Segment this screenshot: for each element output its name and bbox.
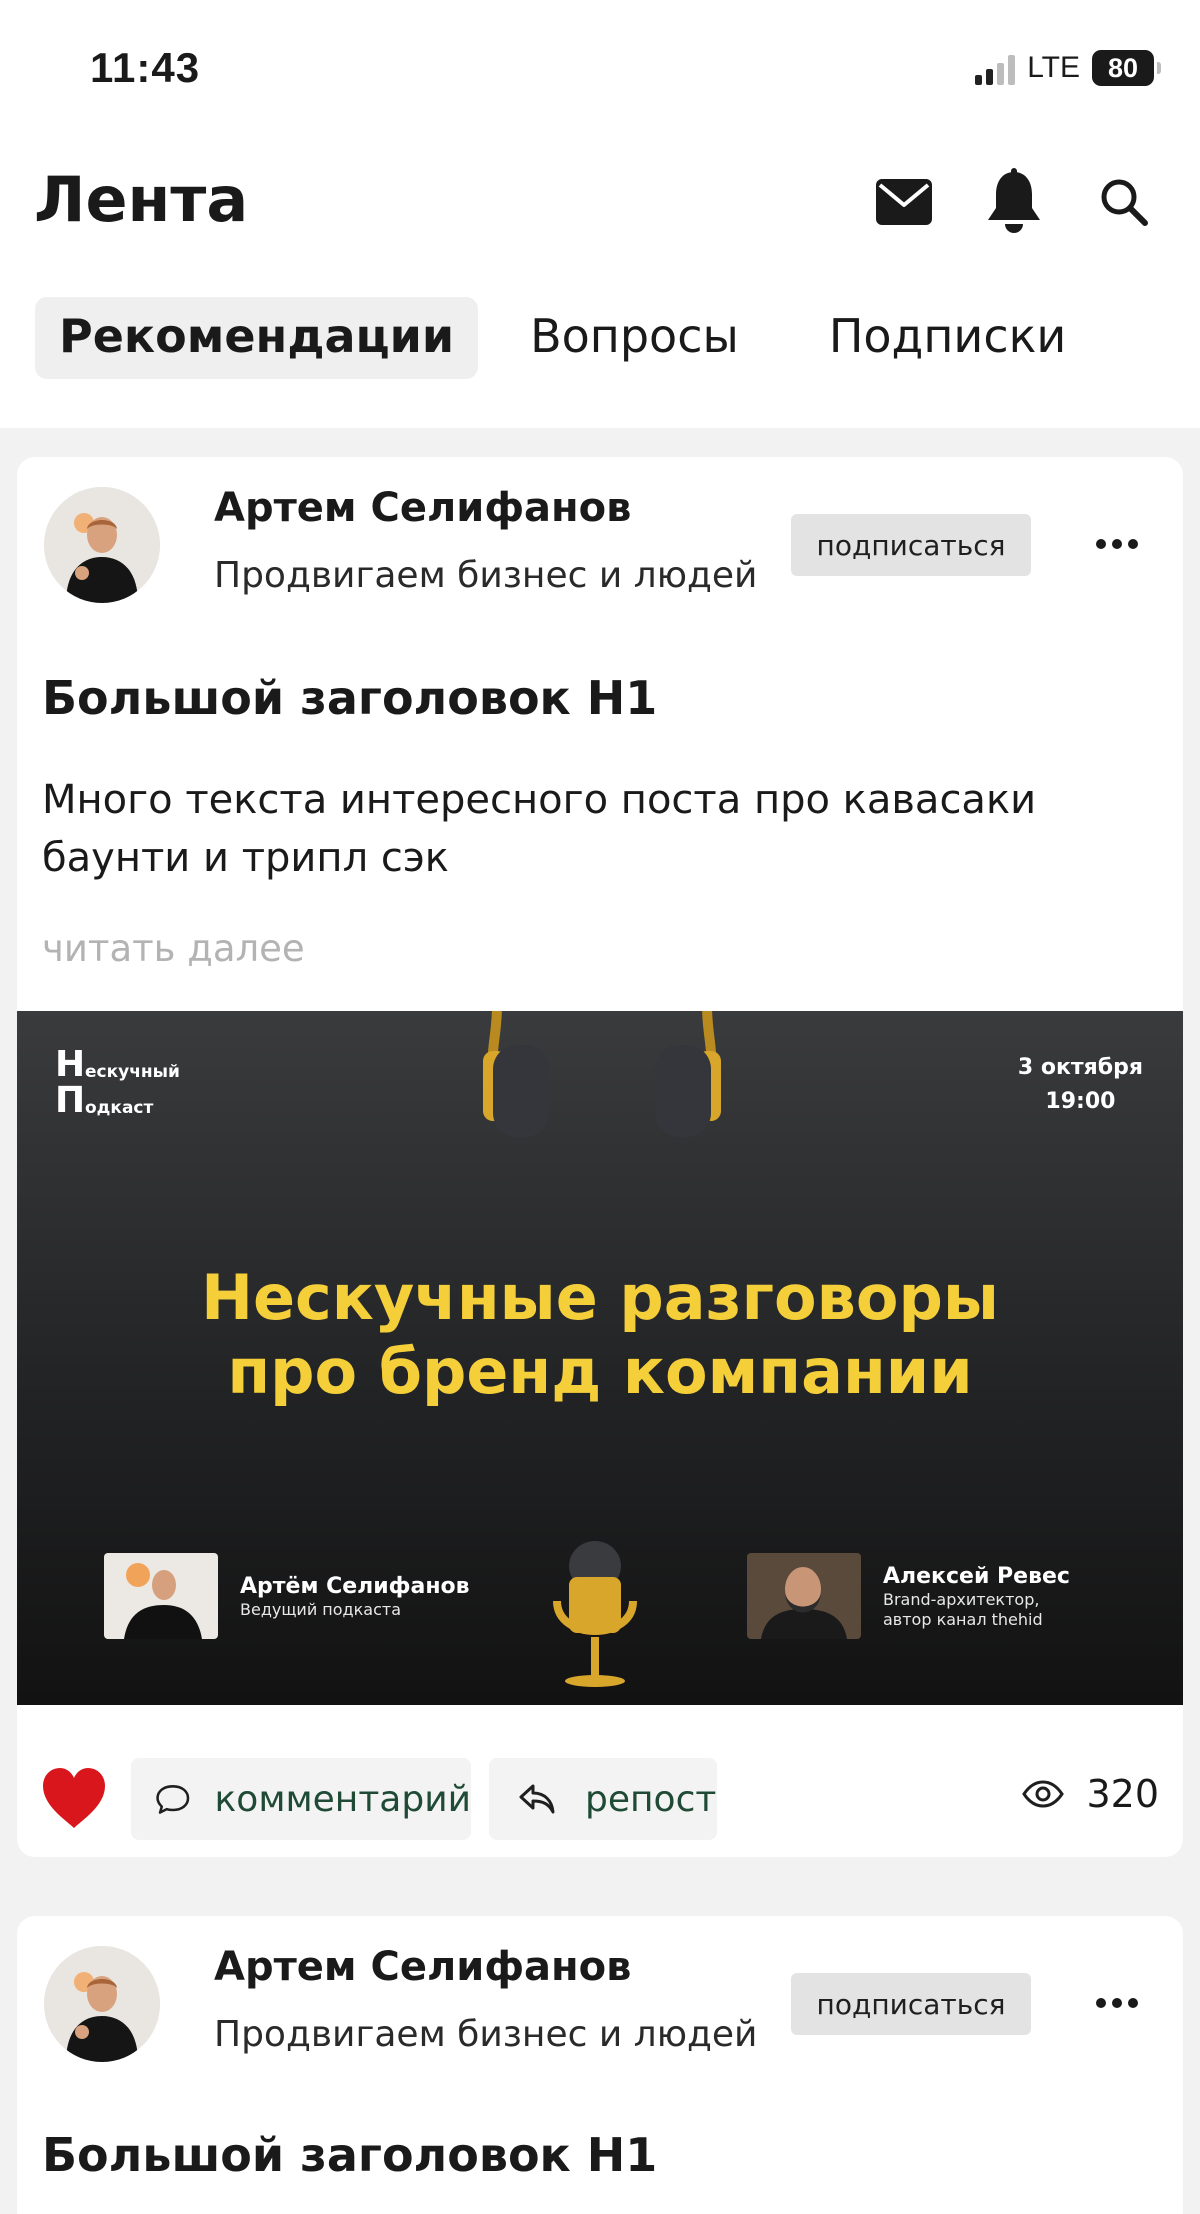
view-count: 320 [1022,1772,1159,1816]
podcast-logo: Нескучный Подкаст [55,1047,180,1119]
eye-icon [1022,1780,1065,1808]
host-card: Алексей Ревес Brand-архитектор, автор ка… [747,1553,1070,1639]
host-role: Brand-архитектор, [883,1589,1040,1609]
comment-icon [156,1785,190,1814]
more-options-icon[interactable] [1087,1978,1147,2028]
views-value: 320 [1086,1772,1159,1816]
host-name: Артём Селифанов [240,1573,470,1599]
feed-tabs: Рекомендации Вопросы Подписки [35,297,1090,379]
battery-icon: 80 [1092,50,1161,86]
host-role: Ведущий подкаста [240,1599,402,1619]
post-body: Много текста интересного поста про кавас… [42,777,1037,881]
comment-label: комментарий [214,1778,471,1820]
more-options-icon[interactable] [1087,519,1147,569]
signal-icon [975,51,1016,85]
network-type: LTE [1027,51,1080,84]
post-image[interactable]: Нескучный Подкаст 3 октября 19:00 Нескуч… [17,1011,1183,1705]
search-icon[interactable] [1092,167,1156,237]
repost-icon [519,1784,555,1814]
author-name[interactable]: Артем Селифанов [214,1944,631,1990]
logo-text: ескучный [85,1062,180,1082]
post-card: Артем Селифанов Продвигаем бизнес и люде… [17,457,1183,1857]
logo-text: одкаст [85,1098,154,1118]
post-author-row: Артем Селифанов Продвигаем бизнес и люде… [17,1916,1183,2086]
author-subtitle: Продвигаем бизнес и людей [214,2014,758,2055]
top-area: 11:43 LTE 80 Лента Рекомендации Вопросы … [0,0,1200,428]
banner-headline-line: про бренд компании [227,1335,973,1408]
event-date: 3 октября [1017,1055,1143,1080]
header-actions [872,167,1156,237]
host-card: Артём Селифанов Ведущий подкаста [104,1553,470,1639]
avatar[interactable] [44,487,160,603]
mail-icon[interactable] [872,167,936,237]
event-time: 19:00 [1045,1089,1116,1114]
post-card: Артем Селифанов Продвигаем бизнес и люде… [17,1916,1183,2214]
status-bar: 11:43 LTE 80 [0,0,1200,125]
microphone-icon [553,1541,637,1687]
post-author-row: Артем Селифанов Продвигаем бизнес и люде… [17,457,1183,627]
banner-headline: Нескучные разговоры про бренд компании [17,1261,1183,1409]
host-role: автор канал thehid [883,1609,1043,1629]
tab-questions[interactable]: Вопросы [506,297,763,379]
post-title: Большой заголовок Н1 [42,671,658,725]
host-photo [104,1553,218,1639]
event-datetime: 3 октября 19:00 [1018,1051,1143,1119]
comment-button[interactable]: комментарий [131,1758,471,1840]
logo-letter: П [55,1080,86,1121]
banner-headline-line: Нескучные разговоры [201,1261,999,1334]
app-header: Лента [0,125,1200,275]
battery-level: 80 [1107,52,1139,83]
avatar[interactable] [44,1946,160,2062]
headphones-icon [483,1011,721,1137]
tab-subscriptions[interactable]: Подписки [805,297,1090,379]
post-title: Большой заголовок Н1 [42,2128,658,2182]
post-actions: комментарий репост 320 [17,1758,1183,1840]
author-name[interactable]: Артем Селифанов [214,485,631,531]
repost-label: репост [585,1778,717,1820]
page-title: Лента [34,163,249,236]
author-subtitle: Продвигаем бизнес и людей [214,555,758,596]
host-name: Алексей Ревес [883,1563,1070,1589]
status-time: 11:43 [90,44,201,91]
subscribe-button[interactable]: подписаться [791,1973,1031,2035]
bell-icon[interactable] [982,167,1046,237]
like-heart-icon[interactable] [39,1764,109,1834]
repost-button[interactable]: репост [489,1758,717,1840]
subscribe-button[interactable]: подписаться [791,514,1031,576]
status-indicators: LTE 80 [975,50,1161,86]
logo-letter: Н [55,1044,86,1085]
host-photo [747,1553,861,1639]
read-more-link[interactable]: читать далее [42,927,305,970]
tab-recommendations[interactable]: Рекомендации [35,297,479,379]
